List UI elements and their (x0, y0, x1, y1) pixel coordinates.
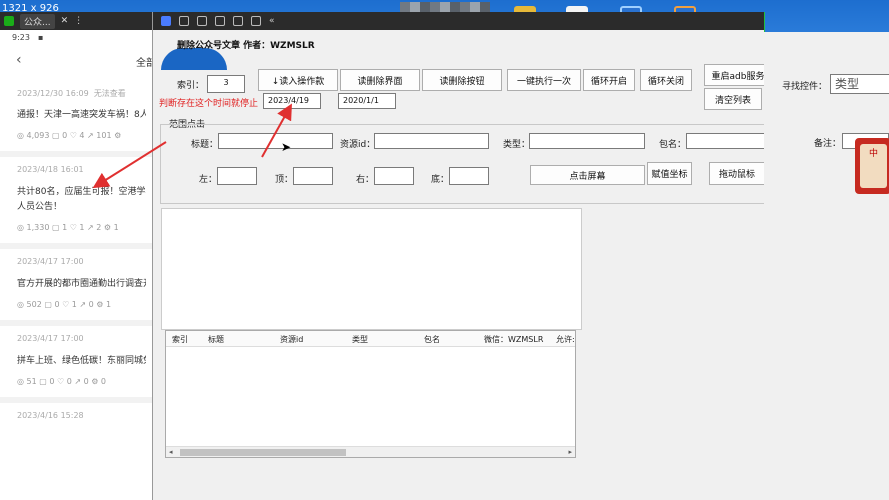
annotation-arrow-1 (92, 103, 292, 189)
annotation-arrow-2 (92, 141, 167, 189)
